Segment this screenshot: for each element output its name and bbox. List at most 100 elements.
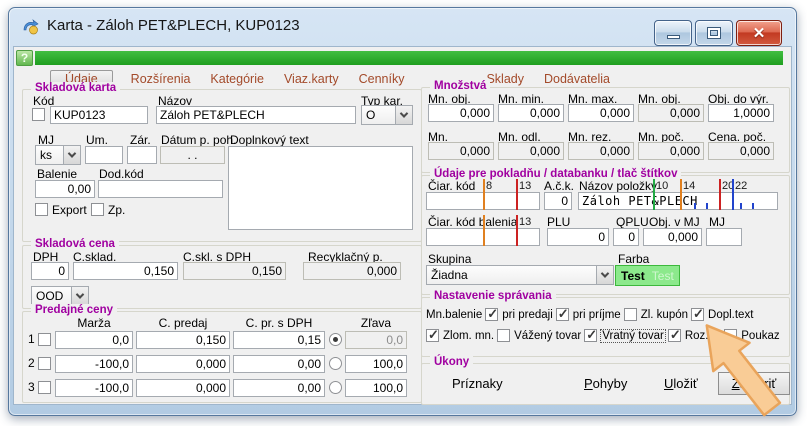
qty-input[interactable]: 0,000 <box>568 104 634 122</box>
qplu-input[interactable]: 0 <box>613 228 639 246</box>
um-input[interactable] <box>85 146 123 164</box>
dropdown-arrow-icon[interactable] <box>63 146 80 164</box>
balenie-input[interactable]: 0,00 <box>35 180 95 198</box>
group-skladova-karta: Skladová karta Kód Názov Typ kar. KUP012… <box>22 89 422 242</box>
tab-viazkarty[interactable]: Viaz.karty <box>282 71 341 87</box>
zlava-input[interactable]: 100,0 <box>345 379 407 397</box>
mj2-label: MJ <box>709 215 725 229</box>
tab-dodavatelia[interactable]: Dodávatelia <box>542 71 612 87</box>
checkbox-label: pri príjme <box>573 309 621 321</box>
checkbox-vazeny-tovar[interactable]: Vážený tovar <box>497 329 581 342</box>
ruler-tick-label: 14 <box>683 180 695 192</box>
pohyby-button[interactable]: Pohyby <box>584 376 627 391</box>
ruler-tick-label: 22 <box>735 180 747 192</box>
checkbox-box[interactable] <box>624 308 637 321</box>
predaj-dph-input[interactable]: 0,00 <box>233 355 325 373</box>
obj-v-mj-input[interactable]: 0,000 <box>643 228 702 246</box>
plu-input[interactable]: 0 <box>547 228 609 246</box>
checkbox-zlom-mn[interactable]: Zlom. mn. <box>426 329 494 342</box>
farba-label: Farba <box>618 252 649 266</box>
minimize-button[interactable] <box>654 20 692 46</box>
kod-input[interactable]: KUP0123 <box>50 106 148 124</box>
ood-select[interactable]: OOD <box>31 286 89 306</box>
typ-kar-select[interactable]: O <box>361 105 413 125</box>
qty-input[interactable]: 0,000 <box>498 104 564 122</box>
price-row-checkbox[interactable] <box>38 333 51 346</box>
price-row-radio[interactable] <box>329 333 342 346</box>
balenie-label: Balenie <box>37 167 77 181</box>
ruler-tick-label: 10 <box>656 180 668 192</box>
qplu-label: QPLU <box>616 215 649 229</box>
dropdown-arrow-icon[interactable] <box>596 266 613 284</box>
price-row-num: 1 <box>28 332 35 346</box>
qty-input: 0,000 <box>568 142 634 160</box>
checkbox-box[interactable] <box>426 329 439 342</box>
mj-select[interactable]: ks <box>35 145 81 165</box>
qty-input[interactable]: 0,000 <box>428 104 494 122</box>
priznaky-button[interactable]: Príznaky <box>452 376 503 391</box>
checkbox-box[interactable] <box>584 329 597 342</box>
dph-input[interactable]: 0 <box>31 262 69 280</box>
ruler-minor-tick <box>740 203 742 209</box>
ruler-minor-tick <box>706 203 708 209</box>
export-checkbox[interactable] <box>35 203 48 216</box>
ruler-tick-label: 13 <box>519 216 531 228</box>
predaj-dph-header: C. pr. s DPH <box>233 316 325 330</box>
checkbox-box[interactable] <box>668 329 681 342</box>
group-title: Predajné ceny <box>31 304 117 316</box>
group-title: Nastavenie správania <box>430 290 556 302</box>
predaj-dph-input[interactable]: 0,15 <box>233 331 325 349</box>
tab-sklady[interactable]: Sklady <box>484 71 526 87</box>
csklad-input[interactable]: 0,150 <box>73 262 178 280</box>
zar-input[interactable] <box>127 146 157 164</box>
checkbox-vratny-tovar[interactable]: Vratný tovar <box>584 329 665 342</box>
tab-kategorie[interactable]: Kategórie <box>208 71 266 87</box>
marza-input[interactable]: -100,0 <box>55 355 133 373</box>
dropdown-arrow-icon[interactable] <box>71 287 88 305</box>
mj2-input[interactable] <box>706 228 742 246</box>
ack-label: A.č.k. <box>544 179 574 193</box>
zar-label: Zár. <box>130 133 151 147</box>
help-button[interactable]: ? <box>16 50 33 66</box>
doplnkovy-text-input[interactable] <box>228 146 413 230</box>
price-row-checkbox[interactable] <box>38 357 51 370</box>
checkbox-pri-prijme[interactable]: pri príjme <box>556 308 621 321</box>
datum-input[interactable]: . . <box>160 146 225 164</box>
farba-value-shadow: Test <box>652 269 674 283</box>
group-skladova-cena: Skladová cena DPH C.sklad. C.skl. s DPH … <box>22 245 422 309</box>
predaj-input[interactable]: 0,000 <box>136 355 230 373</box>
nazov-input[interactable]: Záloh PET&PLECH <box>156 106 356 124</box>
tab-rozsirenia[interactable]: Rozšírenia <box>129 71 193 87</box>
qty-input[interactable]: 1,0000 <box>708 104 774 122</box>
predaj-dph-input[interactable]: 0,00 <box>233 379 325 397</box>
zp-checkbox[interactable] <box>91 203 104 216</box>
checkbox-box[interactable] <box>556 308 569 321</box>
checkbox-box[interactable] <box>485 308 498 321</box>
export-label: Export <box>52 203 87 217</box>
mn-balenie-label: Mn.balenie <box>426 309 482 321</box>
zlava-input[interactable]: 100,0 <box>345 355 407 373</box>
titlebar[interactable]: Karta - Záloh PET&PLECH, KUP0123 ✕ <box>9 8 796 46</box>
nazov-polozky-input[interactable]: Záloh PET&PLECH <box>578 192 778 210</box>
price-row-checkbox[interactable] <box>38 381 51 394</box>
dropdown-arrow-icon[interactable] <box>395 106 412 124</box>
marza-input[interactable]: 0,0 <box>55 331 133 349</box>
maximize-button[interactable] <box>695 20 733 46</box>
checkbox-zl-kupon[interactable]: Zl. kupón <box>624 308 688 321</box>
tab-cenniky[interactable]: Cenníky <box>357 71 407 87</box>
ruler-line <box>516 215 518 246</box>
dodkod-input[interactable] <box>98 180 223 198</box>
qty-input: 0,000 <box>638 142 704 160</box>
price-row-radio[interactable] <box>329 381 342 394</box>
checkbox-box[interactable] <box>497 329 510 342</box>
marza-input[interactable]: -100,0 <box>55 379 133 397</box>
kod-checkbox[interactable] <box>32 108 45 121</box>
ack-input[interactable]: 0 <box>544 192 572 210</box>
predaj-input[interactable]: 0,000 <box>136 379 230 397</box>
checkbox-pri-predaji[interactable]: pri predaji <box>485 308 553 321</box>
predaj-input[interactable]: 0,150 <box>136 331 230 349</box>
close-button[interactable]: ✕ <box>736 20 782 46</box>
skupina-select[interactable]: Žiadna <box>426 265 614 285</box>
farba-swatch[interactable]: Test Test <box>615 265 680 286</box>
price-row-radio[interactable] <box>329 357 342 370</box>
